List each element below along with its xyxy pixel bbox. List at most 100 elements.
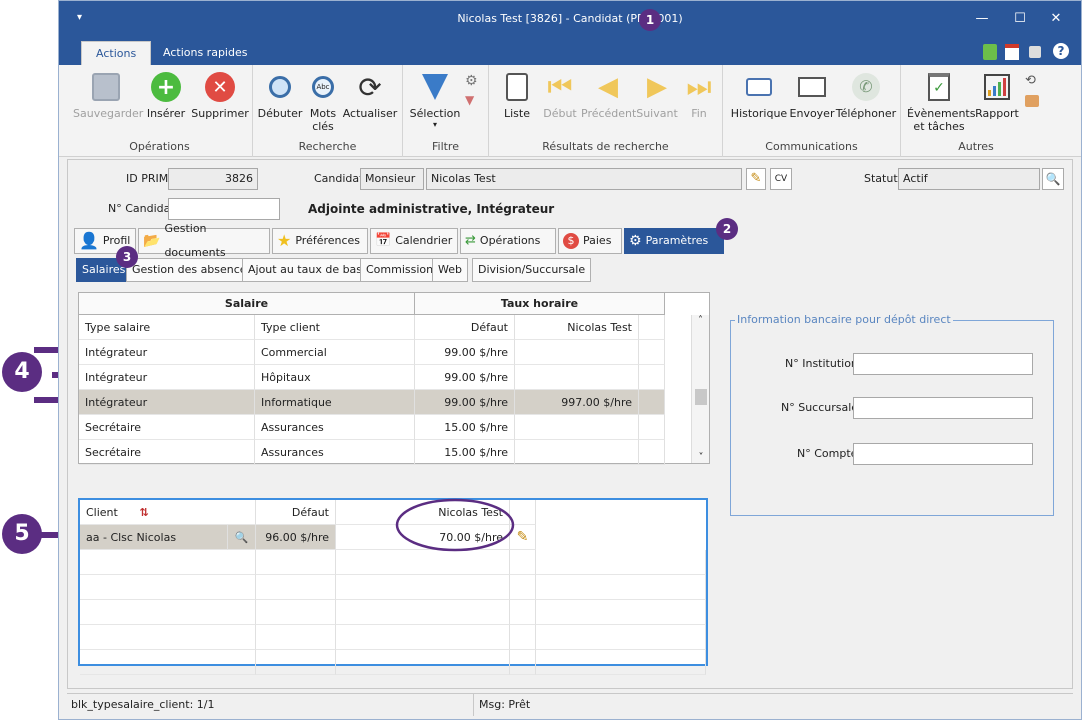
selection-button[interactable]: Sélection ▾: [407, 71, 463, 129]
client-empty-cell[interactable]: [336, 650, 510, 675]
salary-grid-cell[interactable]: Commercial: [255, 340, 415, 365]
help-icon[interactable]: ?: [1053, 43, 1069, 59]
salary-grid-cell[interactable]: 997.00 $/hre: [515, 390, 639, 415]
client-empty-cell[interactable]: [336, 575, 510, 600]
close-icon[interactable]: ✕: [1045, 10, 1067, 28]
client-empty-cell[interactable]: [336, 600, 510, 625]
client-empty-cell[interactable]: [536, 575, 706, 600]
client-empty-cell[interactable]: [256, 650, 336, 675]
history-button[interactable]: Historique: [729, 71, 789, 120]
scroll-up-icon[interactable]: ˄: [692, 315, 709, 326]
report-button[interactable]: Rapport: [973, 71, 1021, 120]
tab-actions-rapides[interactable]: Actions rapides: [149, 41, 261, 65]
status-search-icon[interactable]: 🔍: [1042, 168, 1064, 190]
client-empty-cell[interactable]: [336, 625, 510, 650]
next-button[interactable]: ▶ Suivant: [635, 71, 679, 120]
last-button[interactable]: ⏭ Fin: [679, 70, 719, 120]
salary-grid-cell[interactable]: Intégrateur: [79, 390, 255, 415]
client-empty-cell[interactable]: [256, 550, 336, 575]
salary-grid-cell[interactable]: [515, 365, 639, 390]
lock-icon[interactable]: [1029, 46, 1041, 58]
account-field[interactable]: [853, 443, 1033, 465]
client-empty-cell[interactable]: [536, 600, 706, 625]
client-default-cell[interactable]: 96.00 $/hre: [256, 525, 336, 550]
client-empty-cell[interactable]: [80, 600, 256, 625]
client-empty-cell[interactable]: [510, 575, 536, 600]
scroll-thumb[interactable]: [695, 389, 707, 405]
client-empty-cell[interactable]: [80, 550, 256, 575]
calculator-icon[interactable]: [983, 44, 997, 60]
client-empty-cell[interactable]: [256, 575, 336, 600]
client-empty-cell[interactable]: [536, 625, 706, 650]
branch-field[interactable]: [853, 397, 1033, 419]
subtab-web[interactable]: Web: [432, 258, 468, 282]
salary-grid-cell[interactable]: [515, 415, 639, 440]
salary-scrollbar[interactable]: ˄ ˅: [691, 315, 709, 463]
salary-grid-cell[interactable]: [639, 415, 665, 440]
client-empty-cell[interactable]: [80, 575, 256, 600]
client-col-header[interactable]: Client ⇅: [80, 500, 256, 525]
client-empty-cell[interactable]: [80, 650, 256, 675]
salary-grid-cell[interactable]: Informatique: [255, 390, 415, 415]
salary-grid-cell[interactable]: Assurances: [255, 440, 415, 465]
tab-paies[interactable]: $ Paies: [558, 228, 622, 254]
salary-grid-cell[interactable]: [639, 390, 665, 415]
salary-grid-cell[interactable]: [639, 365, 665, 390]
salary-grid-cell[interactable]: Assurances: [255, 415, 415, 440]
client-empty-cell[interactable]: [256, 600, 336, 625]
calendar-icon[interactable]: [1005, 44, 1019, 60]
inbox-icon[interactable]: [1025, 95, 1039, 107]
client-empty-cell[interactable]: [510, 600, 536, 625]
phone-button[interactable]: ✆ Téléphoner: [835, 71, 897, 120]
institution-field[interactable]: [853, 353, 1033, 375]
tab-actions[interactable]: Actions: [81, 41, 152, 65]
candidate-name-field[interactable]: Nicolas Test: [426, 168, 742, 190]
salary-grid-cell[interactable]: Intégrateur: [79, 340, 255, 365]
insert-button[interactable]: + Insérer: [141, 71, 191, 120]
status-field[interactable]: Actif: [898, 168, 1040, 190]
salary-grid-cell[interactable]: 15.00 $/hre: [415, 415, 515, 440]
edit-pencil-icon[interactable]: ✎: [746, 168, 766, 190]
tab-operations[interactable]: ⇄ Opérations: [460, 228, 556, 254]
tab-calendrier[interactable]: 📅 Calendrier: [370, 228, 458, 254]
client-empty-cell[interactable]: [536, 550, 706, 575]
minimize-icon[interactable]: —: [971, 10, 993, 28]
clock-history-icon[interactable]: ⟲: [1025, 73, 1036, 88]
client-empty-cell[interactable]: [536, 650, 706, 675]
scroll-down-icon[interactable]: ˅: [692, 452, 710, 463]
tab-preferences[interactable]: ★ Préférences: [272, 228, 368, 254]
salary-grid-cell[interactable]: [639, 340, 665, 365]
previous-button[interactable]: ◀ Précédent: [581, 71, 636, 120]
delete-button[interactable]: ✕ Supprimer: [191, 71, 249, 120]
salary-grid-cell[interactable]: Secrétaire: [79, 415, 255, 440]
keywords-button[interactable]: Abc Mots clés: [303, 71, 343, 133]
sort-icon[interactable]: ⇅: [139, 506, 148, 519]
salutation-field[interactable]: Monsieur: [360, 168, 424, 190]
refresh-button[interactable]: ⟳ Actualiser: [341, 71, 399, 121]
salary-grid-cell[interactable]: [639, 440, 665, 465]
id-prim-field[interactable]: 3826: [168, 168, 258, 190]
first-button[interactable]: ⏮ Début: [539, 70, 581, 120]
filter-clear-icon[interactable]: ▼: [465, 93, 474, 107]
subtab-division-succursale[interactable]: Division/Succursale: [472, 258, 592, 282]
client-empty-cell[interactable]: [510, 650, 536, 675]
salary-grid-cell[interactable]: [515, 440, 639, 465]
client-empty-cell[interactable]: [80, 625, 256, 650]
client-cell[interactable]: aa - Clsc Nicolas: [80, 525, 228, 550]
start-search-button[interactable]: Débuter: [257, 71, 303, 120]
client-empty-cell[interactable]: [256, 625, 336, 650]
maximize-icon[interactable]: ☐: [1009, 10, 1031, 28]
subtab-gestion-absences[interactable]: Gestion des absences: [126, 258, 259, 282]
client-lookup-icon[interactable]: 🔍: [228, 525, 256, 550]
salary-grid-cell[interactable]: Intégrateur: [79, 365, 255, 390]
save-button[interactable]: Sauvegarder: [73, 71, 143, 120]
salary-grid-cell[interactable]: Hôpitaux: [255, 365, 415, 390]
list-button[interactable]: Liste: [497, 71, 537, 120]
cv-button[interactable]: CV: [770, 168, 792, 190]
salary-grid-cell[interactable]: 99.00 $/hre: [415, 340, 515, 365]
salary-grid-cell[interactable]: 99.00 $/hre: [415, 365, 515, 390]
subtab-ajout-taux-base[interactable]: Ajout au taux de base: [242, 258, 375, 282]
tab-parametres[interactable]: ⚙ Paramètres: [624, 228, 724, 254]
client-empty-cell[interactable]: [510, 625, 536, 650]
gear-icon[interactable]: ⚙: [465, 73, 478, 89]
